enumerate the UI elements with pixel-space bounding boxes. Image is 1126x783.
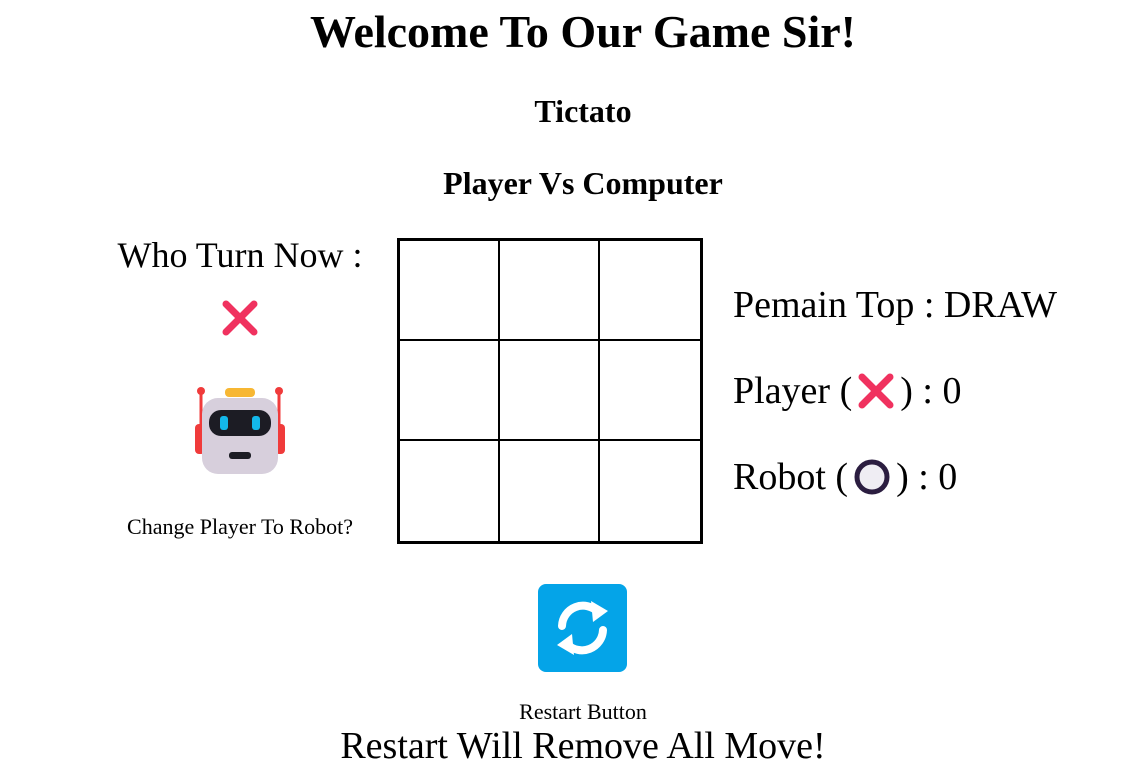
board-cell[interactable] (400, 341, 500, 441)
restart-warning: Restart Will Remove All Move! (340, 725, 826, 767)
game-name: Tictato (534, 93, 632, 129)
robot-score-prefix: Robot ( (733, 456, 849, 498)
player-score-value: ) : 0 (900, 370, 962, 412)
board-cell[interactable] (600, 241, 700, 341)
board-cell[interactable] (500, 341, 600, 441)
board-cell[interactable] (600, 341, 700, 441)
refresh-icon (557, 601, 608, 655)
game-page: Welcome To Our Game Sir! Tictato Player … (0, 0, 1126, 783)
board-cell[interactable] (400, 441, 500, 541)
restart-button-label: Restart Button (519, 699, 647, 724)
top-player-row: Pemain Top : DRAW (733, 278, 1113, 332)
game-mode: Player Vs Computer (443, 165, 723, 201)
robot-score-row: Robot ( ) : 0 (733, 450, 1113, 504)
page-title: Welcome To Our Game Sir! (309, 6, 856, 57)
player-score-row: Player ( ) : 0 (733, 364, 1113, 418)
turn-panel: Who Turn Now : Change Player To Robot? (100, 234, 380, 540)
circle-icon (854, 459, 890, 495)
change-player-label[interactable]: Change Player To Robot? (100, 514, 380, 540)
cross-icon (858, 373, 894, 409)
game-board (397, 238, 703, 544)
board-cell[interactable] (600, 441, 700, 541)
board-cell[interactable] (500, 441, 600, 541)
board-cell[interactable] (500, 241, 600, 341)
restart-button[interactable] (538, 584, 627, 672)
robot-score-value: ) : 0 (896, 456, 958, 498)
player-score-prefix: Player ( (733, 370, 853, 412)
scoreboard: Pemain Top : DRAW Player ( ) : 0 Robot (… (733, 278, 1113, 504)
board-cell[interactable] (400, 241, 500, 341)
cross-icon (222, 300, 258, 336)
turn-label: Who Turn Now : (117, 235, 363, 275)
robot-icon[interactable] (193, 386, 287, 478)
top-player-label: Pemain Top : DRAW (733, 284, 1057, 326)
